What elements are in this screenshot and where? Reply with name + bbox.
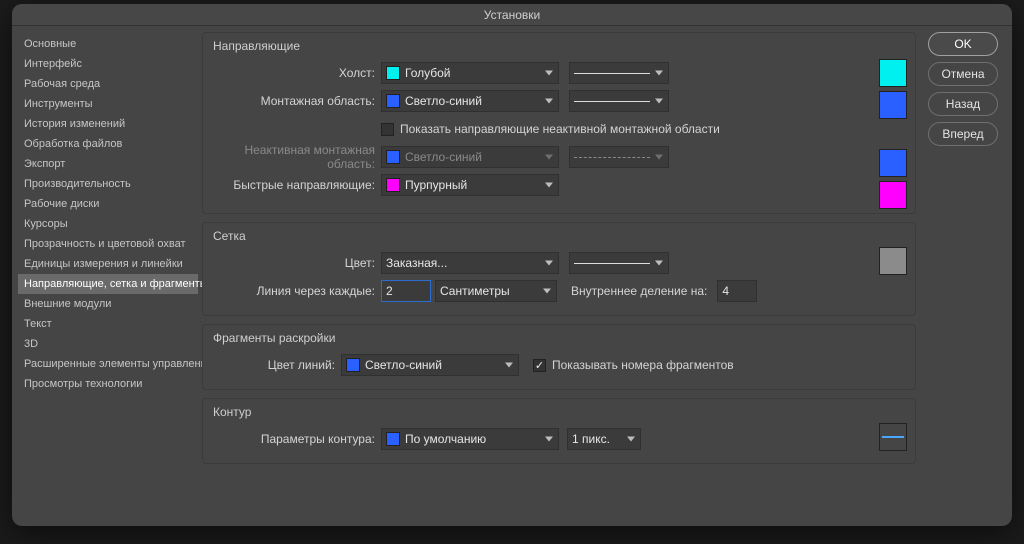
grid-color-select[interactable]: Заказная... — [381, 252, 559, 274]
smart-swatch-icon — [386, 178, 400, 192]
preferences-window: Установки Основные Интерфейс Рабочая сре… — [12, 4, 1012, 526]
main-panel: Направляющие Холст: Голубой Монтажная об… — [198, 32, 920, 516]
dialog-buttons: OK Отмена Назад Вперед — [920, 32, 1006, 516]
canvas-color-swatch[interactable] — [879, 59, 907, 87]
category-sidebar: Основные Интерфейс Рабочая среда Инструм… — [18, 32, 198, 516]
sidebar-item-units[interactable]: Единицы измерения и линейки — [18, 254, 198, 274]
path-legend: Контур — [213, 405, 905, 419]
sidebar-item-tech-previews[interactable]: Просмотры технологии — [18, 374, 198, 394]
sidebar-item-filehandling[interactable]: Обработка файлов — [18, 134, 198, 154]
sidebar-item-general[interactable]: Основные — [18, 34, 198, 54]
sidebar-item-interface[interactable]: Интерфейс — [18, 54, 198, 74]
sidebar-item-enhanced-controls[interactable]: Расширенные элементы управления — [18, 354, 198, 374]
grid-linestyle-select[interactable] — [569, 252, 669, 274]
sidebar-item-transparency[interactable]: Прозрачность и цветовой охват — [18, 234, 198, 254]
path-preview-swatch[interactable] — [879, 423, 907, 451]
sidebar-item-cursors[interactable]: Курсоры — [18, 214, 198, 234]
artboard-swatch-icon — [386, 94, 400, 108]
checkbox-icon: ✓ — [533, 359, 546, 372]
checkbox-icon — [381, 123, 394, 136]
canvas-swatch-icon — [386, 66, 400, 80]
inactive-artboard-linestyle-select — [569, 146, 669, 168]
grid-unit-select[interactable]: Сантиметры — [435, 280, 557, 302]
back-button[interactable]: Назад — [928, 92, 998, 116]
path-preview-line-icon — [882, 436, 904, 438]
sidebar-item-type[interactable]: Текст — [18, 314, 198, 334]
canvas-color-select[interactable]: Голубой — [381, 62, 559, 84]
gridline-every-label: Линия через каждые: — [213, 284, 381, 298]
cancel-button[interactable]: Отмена — [928, 62, 998, 86]
artboard-label: Монтажная область: — [213, 94, 381, 108]
canvas-linestyle-select[interactable] — [569, 62, 669, 84]
sidebar-item-plugins[interactable]: Внешние модули — [18, 294, 198, 314]
guides-group: Направляющие Холст: Голубой Монтажная об… — [202, 32, 916, 214]
sidebar-item-history[interactable]: История изменений — [18, 114, 198, 134]
grid-color-swatch[interactable] — [879, 247, 907, 275]
guides-legend: Направляющие — [213, 39, 905, 53]
path-group: Контур Параметры контура: По умолчанию 1… — [202, 398, 916, 464]
grid-color-label: Цвет: — [213, 256, 381, 270]
inactive-artboard-color-swatch[interactable] — [879, 149, 907, 177]
path-options-label: Параметры контура: — [213, 432, 381, 446]
path-thickness-select[interactable]: 1 пикс. — [567, 428, 641, 450]
smart-guides-color-swatch[interactable] — [879, 181, 907, 209]
slice-swatch-icon — [346, 358, 360, 372]
canvas-label: Холст: — [213, 66, 381, 80]
smart-guides-color-select[interactable]: Пурпурный — [381, 174, 559, 196]
slice-linecolor-select[interactable]: Светло-синий — [341, 354, 519, 376]
window-title: Установки — [12, 4, 1012, 26]
sidebar-item-tools[interactable]: Инструменты — [18, 94, 198, 114]
forward-button[interactable]: Вперед — [928, 122, 998, 146]
grid-group: Сетка Цвет: Заказная... Линия через кажд… — [202, 222, 916, 316]
show-inactive-guides-checkbox[interactable]: Показать направляющие неактивной монтажн… — [381, 122, 720, 136]
inactive-artboard-swatch-icon — [386, 150, 400, 164]
artboard-color-select[interactable]: Светло-синий — [381, 90, 559, 112]
path-options-select[interactable]: По умолчанию — [381, 428, 559, 450]
path-swatch-icon — [386, 432, 400, 446]
show-slice-numbers-checkbox[interactable]: ✓ Показывать номера фрагментов — [533, 358, 734, 372]
artboard-color-swatch[interactable] — [879, 91, 907, 119]
inactive-artboard-label: Неактивная монтажная область: — [213, 143, 381, 171]
slice-linecolor-label: Цвет линий: — [213, 358, 341, 372]
artboard-linestyle-select[interactable] — [569, 90, 669, 112]
sidebar-item-export[interactable]: Экспорт — [18, 154, 198, 174]
slices-group: Фрагменты раскройки Цвет линий: Светло-с… — [202, 324, 916, 390]
sidebar-item-performance[interactable]: Производительность — [18, 174, 198, 194]
grid-legend: Сетка — [213, 229, 905, 243]
inactive-artboard-color-select: Светло-синий — [381, 146, 559, 168]
grid-subdivisions-input[interactable] — [717, 280, 757, 302]
sidebar-item-scratch[interactable]: Рабочие диски — [18, 194, 198, 214]
sidebar-item-workspace[interactable]: Рабочая среда — [18, 74, 198, 94]
sidebar-item-3d[interactable]: 3D — [18, 334, 198, 354]
ok-button[interactable]: OK — [928, 32, 998, 56]
smart-guides-label: Быстрые направляющие: — [213, 178, 381, 192]
grid-subdivisions-label: Внутреннее деление на: — [557, 284, 713, 298]
sidebar-item-guides-grid-slices[interactable]: Направляющие, сетка и фрагменты — [18, 274, 198, 294]
gridline-every-input[interactable] — [381, 280, 431, 302]
slices-legend: Фрагменты раскройки — [213, 331, 905, 345]
